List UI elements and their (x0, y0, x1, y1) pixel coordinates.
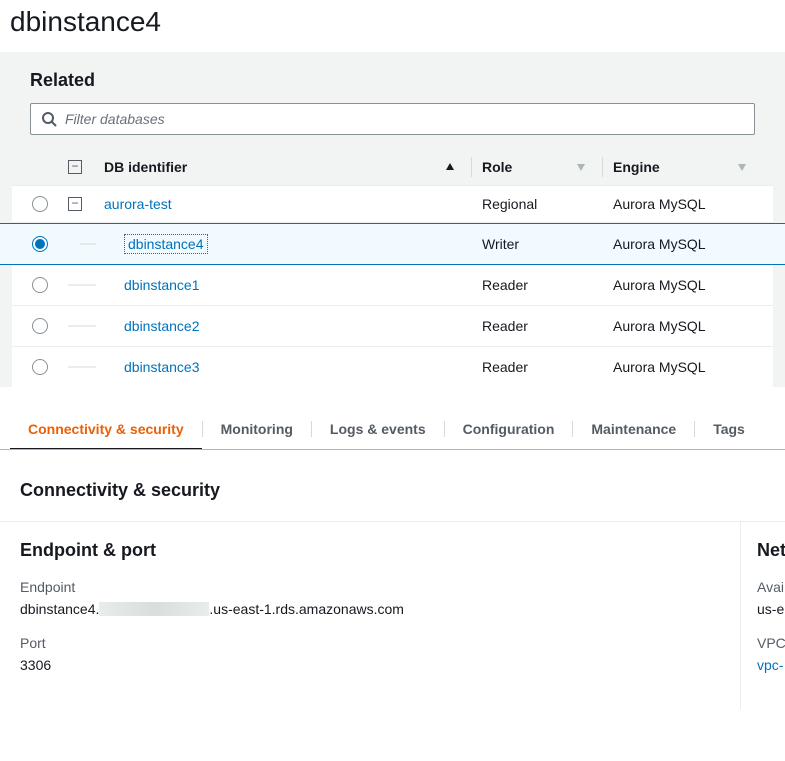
table-row: dbinstance3 Reader Aurora MySQL (12, 347, 773, 387)
endpoint-port-panel: Endpoint & port Endpoint dbinstance4..us… (0, 521, 740, 709)
table-body: − aurora-test Regional Aurora MySQL dbin… (12, 186, 773, 387)
collapse-cluster-toggle[interactable]: − (68, 197, 82, 211)
tree-branch-icon (68, 316, 98, 336)
db-identifier-link[interactable]: dbinstance1 (124, 277, 200, 293)
page-title: dbinstance4 (0, 0, 785, 52)
table-row: dbinstance4 Writer Aurora MySQL (0, 223, 785, 265)
select-row-radio[interactable] (32, 196, 48, 212)
sort-icon[interactable] (576, 159, 592, 175)
az-value: us-e (757, 601, 785, 617)
related-panel: Related − DB identifier Role (0, 52, 785, 387)
engine-cell: Aurora MySQL (613, 359, 706, 375)
db-identifier-link[interactable]: dbinstance3 (124, 359, 200, 375)
tab-tags[interactable]: Tags (695, 409, 763, 449)
tree-branch-icon (68, 357, 98, 377)
select-row-radio[interactable] (32, 236, 48, 252)
role-cell: Reader (482, 318, 528, 334)
role-cell: Writer (482, 236, 519, 252)
filter-databases-input[interactable] (30, 103, 755, 135)
table-row: dbinstance2 Reader Aurora MySQL (12, 306, 773, 347)
tab-monitoring[interactable]: Monitoring (203, 409, 311, 449)
table-row: dbinstance1 Reader Aurora MySQL (12, 265, 773, 306)
tab-logs-events[interactable]: Logs & events (312, 409, 444, 449)
db-identifier-link[interactable]: aurora-test (104, 196, 172, 212)
db-identifier-link[interactable]: dbinstance4 (124, 234, 208, 254)
redacted-segment (99, 602, 209, 616)
engine-cell: Aurora MySQL (613, 277, 706, 293)
select-row-radio[interactable] (32, 277, 48, 293)
endpoint-value: dbinstance4..us-east-1.rds.amazonaws.com (20, 601, 720, 617)
column-header-db-identifier[interactable]: DB identifier (104, 159, 187, 175)
engine-cell: Aurora MySQL (613, 318, 706, 334)
collapse-all-toggle[interactable]: − (68, 160, 82, 174)
port-value: 3306 (20, 657, 720, 673)
role-cell: Reader (482, 359, 528, 375)
detail-tabs: Connectivity & security Monitoring Logs … (0, 409, 785, 450)
tab-configuration[interactable]: Configuration (445, 409, 573, 449)
db-identifier-link[interactable]: dbinstance2 (124, 318, 200, 334)
filter-databases-field[interactable] (65, 111, 754, 127)
search-icon (41, 111, 57, 127)
engine-cell: Aurora MySQL (613, 236, 706, 252)
sort-asc-icon[interactable] (445, 159, 461, 175)
connectivity-security-heading: Connectivity & security (0, 450, 785, 521)
select-row-radio[interactable] (32, 359, 48, 375)
role-cell: Regional (482, 196, 537, 212)
networking-heading: Net (757, 540, 785, 561)
endpoint-label: Endpoint (20, 579, 720, 595)
az-label: Avai (757, 579, 785, 595)
tree-branch-icon (68, 234, 98, 254)
vpc-label: VPC (757, 635, 785, 651)
databases-table: − DB identifier Role Engine (12, 149, 773, 387)
select-row-radio[interactable] (32, 318, 48, 334)
tab-connectivity-security[interactable]: Connectivity & security (10, 409, 202, 449)
endpoint-port-heading: Endpoint & port (20, 540, 720, 561)
role-cell: Reader (482, 277, 528, 293)
tree-branch-icon (68, 275, 98, 295)
tab-maintenance[interactable]: Maintenance (573, 409, 694, 449)
port-label: Port (20, 635, 720, 651)
column-header-role[interactable]: Role (482, 159, 512, 175)
table-row: − aurora-test Regional Aurora MySQL (12, 186, 773, 223)
vpc-link[interactable]: vpc- (757, 657, 785, 673)
related-heading: Related (12, 70, 773, 103)
networking-panel: Net Avai us-e VPC vpc- (740, 521, 785, 709)
sort-icon[interactable] (737, 159, 753, 175)
engine-cell: Aurora MySQL (613, 196, 706, 212)
table-header-row: − DB identifier Role Engine (12, 149, 773, 186)
column-header-engine[interactable]: Engine (613, 159, 660, 175)
